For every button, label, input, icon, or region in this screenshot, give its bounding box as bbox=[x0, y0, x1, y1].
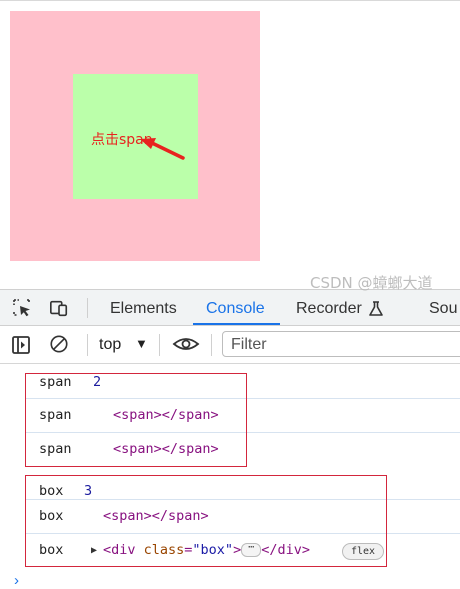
toolbar-separator bbox=[87, 334, 88, 356]
live-expression-eye-icon[interactable] bbox=[172, 334, 200, 354]
devtools-panel: Elements Console Recorder Sou top ▼ Filt… bbox=[0, 289, 460, 589]
device-toolbar-icon[interactable] bbox=[49, 298, 69, 318]
tab-sources[interactable]: Sou bbox=[429, 300, 457, 318]
devtools-tabbar: Elements Console Recorder Sou bbox=[0, 289, 460, 326]
toolbar-separator bbox=[211, 334, 212, 356]
tabbar-separator bbox=[87, 298, 88, 318]
tab-elements[interactable]: Elements bbox=[110, 300, 177, 318]
highlight-box-box bbox=[25, 475, 387, 567]
toolbar-separator bbox=[159, 334, 160, 356]
sidebar-toggle-icon[interactable] bbox=[11, 335, 31, 355]
tab-console[interactable]: Console bbox=[206, 300, 265, 318]
tab-recorder[interactable]: Recorder bbox=[296, 300, 362, 318]
inspect-element-icon[interactable] bbox=[12, 298, 32, 318]
active-tab-indicator bbox=[193, 323, 280, 325]
annotation-arrow-icon bbox=[140, 138, 185, 160]
flask-icon bbox=[369, 301, 383, 316]
filter-box bbox=[222, 331, 460, 357]
clear-console-icon[interactable] bbox=[49, 334, 69, 354]
context-dropdown-icon[interactable]: ▼ bbox=[135, 336, 148, 351]
highlight-box-span bbox=[25, 373, 247, 467]
console-prompt-icon[interactable]: › bbox=[14, 572, 19, 589]
filter-input[interactable] bbox=[229, 333, 453, 357]
console-toolbar: top ▼ bbox=[0, 326, 460, 364]
watermark: CSDN @蟑螂大道 bbox=[310, 274, 433, 292]
context-selector[interactable]: top bbox=[99, 336, 121, 354]
